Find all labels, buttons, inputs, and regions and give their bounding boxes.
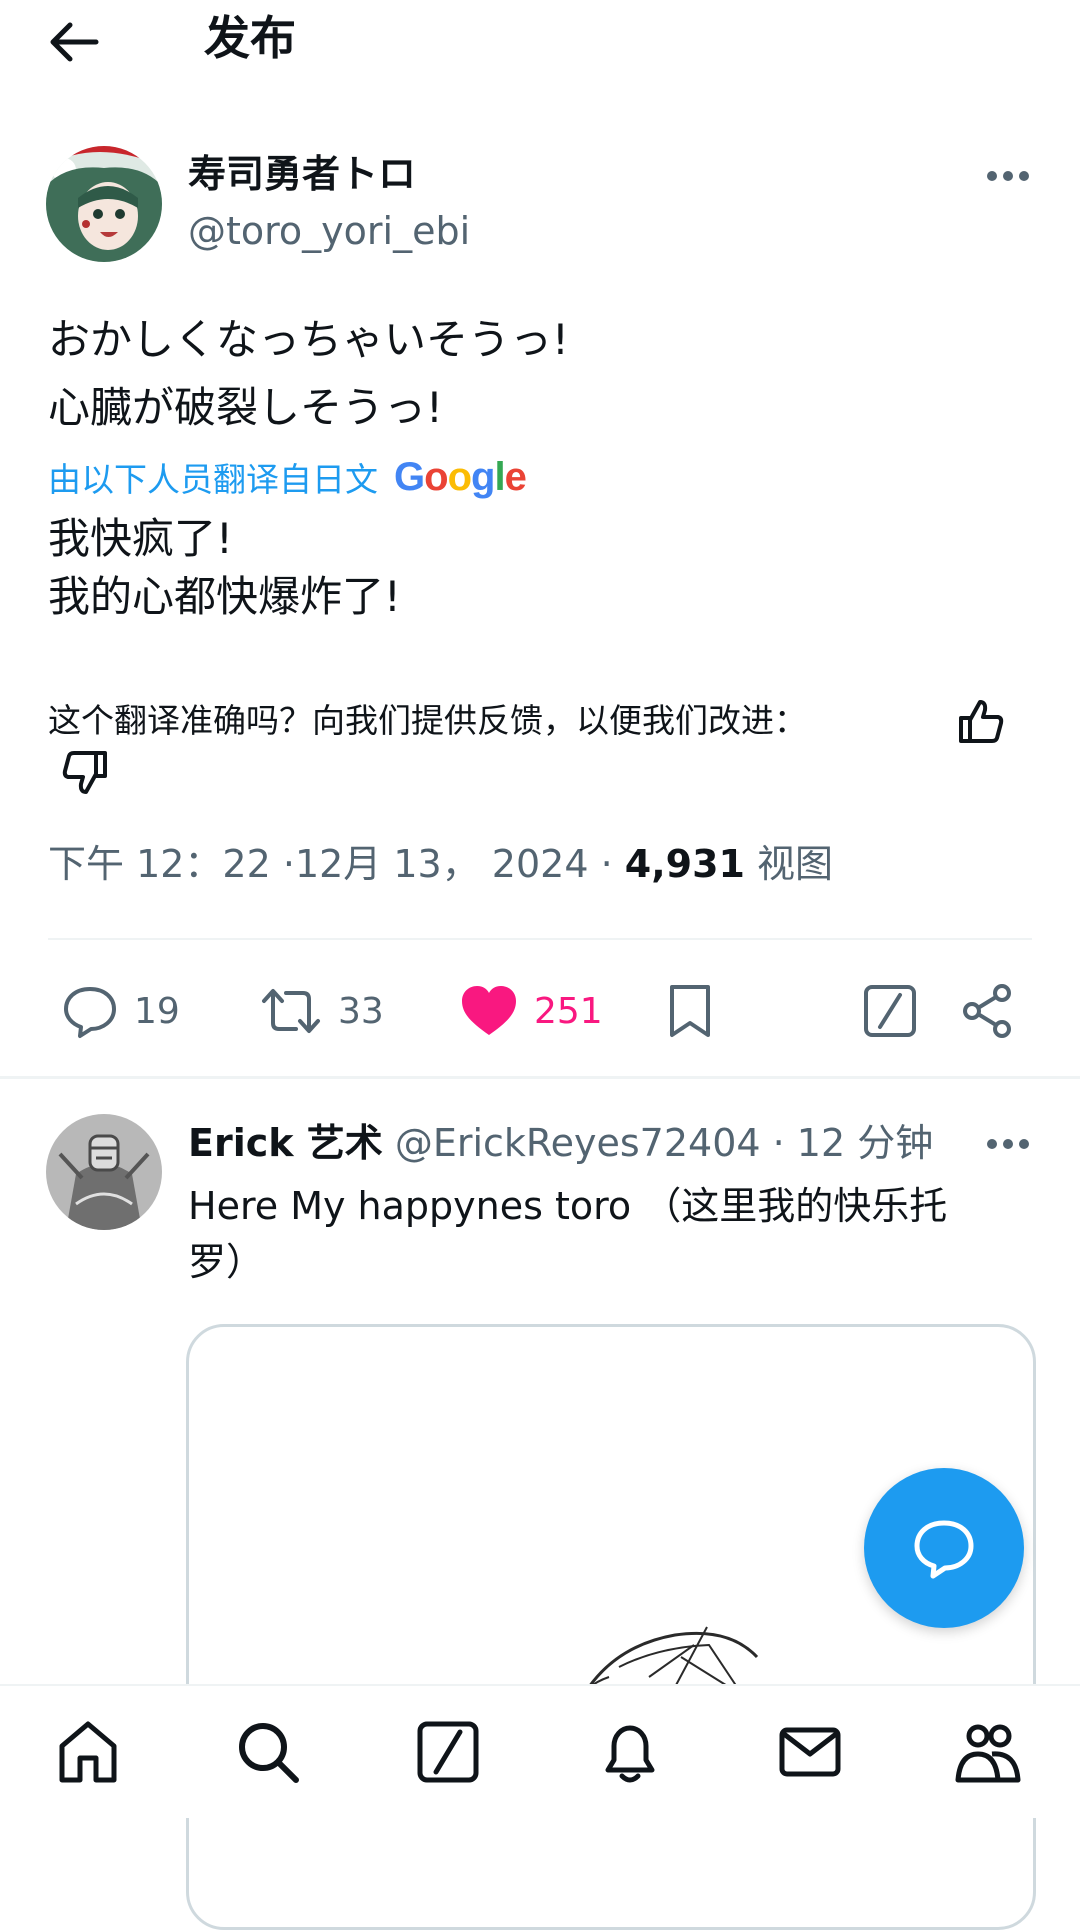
author-handle[interactable]: @toro_yori_ebi [188,206,470,256]
views-label: 视图 [744,842,834,886]
communities-icon [955,1724,1021,1783]
retweet-button[interactable]: 33 [258,978,384,1044]
reply-author-name[interactable]: Erick 艺术 [188,1121,383,1165]
reply-text-line: 罗） [188,1240,265,1284]
reply-media-image[interactable] [186,1324,1036,1930]
home-icon [59,1721,117,1783]
more-horizontal-icon [987,1139,1029,1149]
page-title: 发布 [204,11,296,65]
search-icon [239,1723,299,1783]
translation-feedback-prompt: 这个翻译准确吗？向我们提供反馈，以便我们改进： [48,701,807,740]
reply-avatar[interactable] [46,1114,162,1230]
reply-bubble-icon [914,1520,974,1579]
arrow-left-icon [50,22,99,62]
share-button[interactable] [958,978,1018,1044]
translated-text: 我快疯了! 我的心都快爆炸了! [48,510,401,626]
thumbs-up-button[interactable] [956,696,1006,746]
reply-icon [64,987,116,1038]
translated-text-line: 我快疯了! [48,514,233,563]
grok-icon [864,985,916,1037]
thumbs-up-icon [959,700,1004,743]
nav-search[interactable] [232,1716,304,1788]
translated-text-line: 我的心都快爆炸了! [48,572,401,621]
share-icon [963,984,1011,1038]
section-divider [0,1076,1080,1079]
reply-author-meta: @ErickReyes72404 · 12 分钟 [382,1121,934,1165]
reply-button[interactable]: 19 [60,978,180,1044]
post-timestamp: 下午 12：22 ·12月 13， 2024 · 4,931 视图 [48,836,833,892]
grok-button[interactable] [860,978,920,1044]
author-name[interactable]: 寿司勇者トロ [188,148,416,200]
timestamp-text[interactable]: 下午 12：22 ·12月 13， 2024 · [48,842,625,886]
retweet-count: 33 [338,990,384,1032]
back-button[interactable] [40,12,110,72]
heart-icon [462,986,516,1035]
notifications-icon [605,1725,655,1783]
like-count: 251 [534,990,603,1032]
avatar-image [46,146,162,262]
grok-icon [417,1721,479,1783]
author-avatar[interactable] [46,146,162,262]
like-button[interactable]: 251 [458,978,603,1044]
compose-reply-button[interactable] [864,1468,1024,1628]
bottom-navigation [0,1684,1080,1818]
nav-grok[interactable] [412,1716,484,1788]
nav-notifications[interactable] [594,1716,666,1788]
avatar-image [46,1114,162,1230]
divider [48,938,1032,940]
thumbs-down-button[interactable] [60,748,110,798]
reply-text: Here My happynes toro （这里我的快乐托 罗） [188,1178,1008,1290]
reply-count: 19 [134,990,180,1032]
views-count: 4,931 [624,842,745,886]
bookmark-icon [670,985,710,1037]
translated-by-label[interactable]: 由以下人员翻译自日文 [48,453,378,501]
translation-attribution: 由以下人员翻译自日文 Google [48,450,527,504]
messages-icon [779,1727,841,1777]
more-options-button[interactable] [976,156,1040,196]
post-text: おかしくなっちゃいそうっ! 心臓が破裂しそうっ! [48,306,569,442]
post-text-line: おかしくなっちゃいそうっ! [48,315,569,364]
post-text-line: 心臓が破裂しそうっ! [48,383,443,432]
reply-more-options-button[interactable] [976,1124,1040,1164]
thumbs-down-icon [62,751,107,794]
sketch-drawing [572,1626,759,1708]
retweet-icon [262,989,320,1033]
nav-communities[interactable] [952,1716,1024,1788]
reply-text-line: Here My happynes toro （这里我的快乐托 [188,1184,948,1228]
more-horizontal-icon [987,171,1029,181]
google-logo: Google [394,454,527,499]
reply-header: Erick 艺术 @ErickReyes72404 · 12 分钟 [188,1116,933,1170]
nav-messages[interactable] [774,1716,846,1788]
bookmark-button[interactable] [664,978,716,1044]
nav-home[interactable] [52,1716,124,1788]
